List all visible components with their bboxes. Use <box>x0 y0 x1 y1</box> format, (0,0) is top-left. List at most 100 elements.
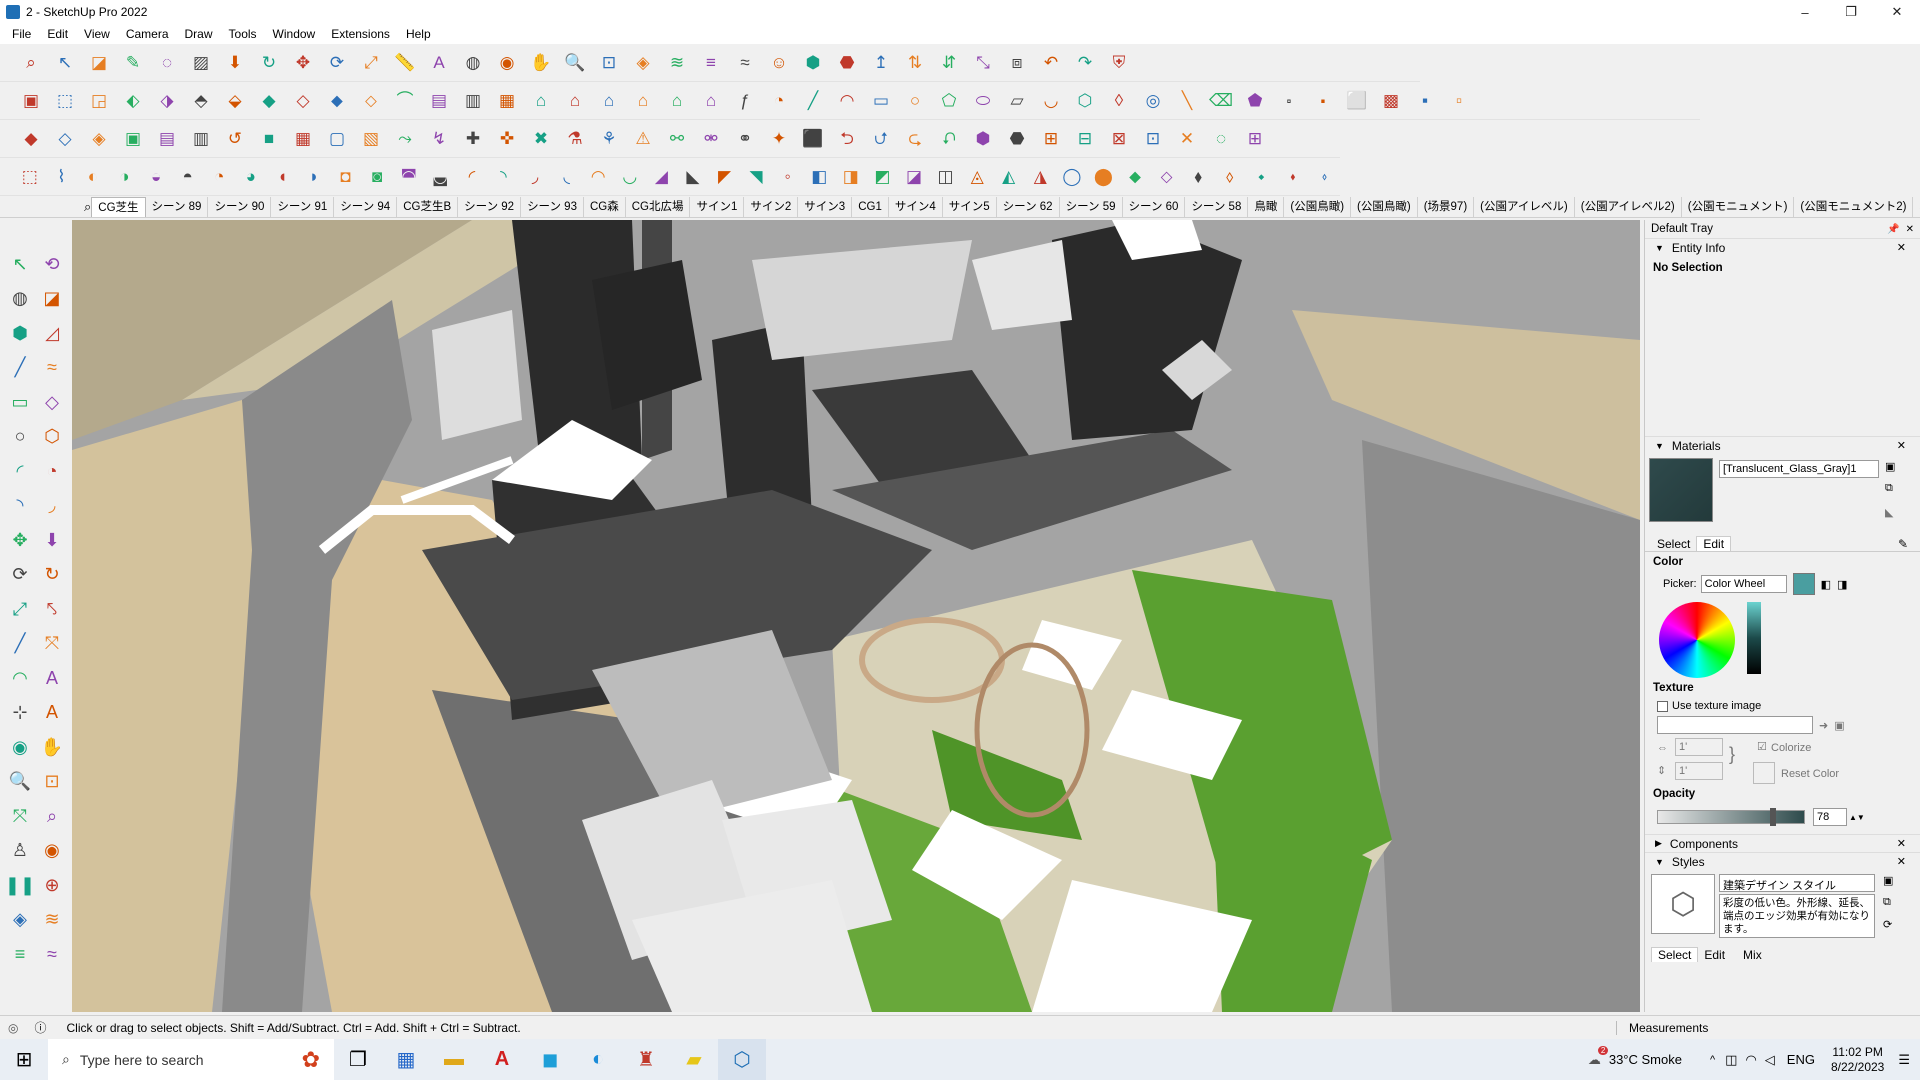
tool-j-icon[interactable]: ⬞ <box>1276 88 1302 114</box>
scene-tab[interactable]: CG芝生 <box>91 196 146 217</box>
r7-icon[interactable]: ◔ <box>207 164 231 190</box>
s10-icon[interactable]: ▢ <box>324 126 350 152</box>
scene-tab[interactable]: (公園鳥瞰) <box>1284 196 1352 217</box>
previous-view-icon[interactable]: ⌕ <box>38 802 66 830</box>
chevron-up-icon[interactable]: ^ <box>1710 1054 1715 1066</box>
line-icon[interactable]: ╱ <box>800 88 826 114</box>
color-wheel[interactable] <box>1659 602 1735 678</box>
sandbox-icon[interactable]: ◈ <box>6 906 34 934</box>
shape-icon[interactable]: ▨ <box>188 50 214 76</box>
circle-icon[interactable]: ○ <box>6 423 34 451</box>
reset-color-swatch[interactable] <box>1753 762 1775 784</box>
axes-icon[interactable]: ⊹ <box>6 699 34 727</box>
redo-icon[interactable]: ↷ <box>1072 50 1098 76</box>
house-3-icon[interactable]: ⌂ <box>630 88 656 114</box>
s30-icon[interactable]: ⬣ <box>1004 126 1030 152</box>
wall-2-icon[interactable]: ▥ <box>460 88 486 114</box>
current-color-swatch[interactable] <box>1792 573 1815 595</box>
pan-icon[interactable]: ✋ <box>38 733 66 761</box>
r11-icon[interactable]: ◘ <box>334 164 358 190</box>
scene-tab[interactable]: サイン1 <box>690 196 745 217</box>
search-icon[interactable]: ⌕ <box>84 199 91 215</box>
close-icon[interactable]: ✕ <box>1897 439 1906 452</box>
menu-help[interactable]: Help <box>398 27 439 41</box>
opacity-slider-handle[interactable] <box>1770 808 1776 826</box>
s15-icon[interactable]: ✜ <box>494 126 520 152</box>
close-icon[interactable]: ✕ <box>1897 837 1906 850</box>
ellipse-icon[interactable]: ⬭ <box>970 88 996 114</box>
line-icon[interactable]: ╱ <box>6 354 34 382</box>
display-secondary-pane-icon[interactable]: ⧉ <box>1885 482 1893 495</box>
s32-icon[interactable]: ⊟ <box>1072 126 1098 152</box>
r30-icon[interactable]: ◫ <box>934 164 958 190</box>
r6-icon[interactable]: ◓ <box>176 164 200 190</box>
scene-tab[interactable]: シーン 62 <box>997 196 1060 217</box>
s19-icon[interactable]: ⚠ <box>630 126 656 152</box>
s35-icon[interactable]: ✕ <box>1174 126 1200 152</box>
tool-d-icon[interactable]: ⬙ <box>222 88 248 114</box>
lasso-icon[interactable]: ◌ <box>154 50 180 76</box>
r13-icon[interactable]: ◚ <box>397 164 421 190</box>
close-button[interactable]: ✕ <box>1874 0 1920 24</box>
r14-icon[interactable]: ◛ <box>429 164 453 190</box>
style-description-field[interactable]: 彩度の低い色。外形線、延長、端点のエッジ効果が有効になります。 <box>1719 894 1875 938</box>
geo-location-icon[interactable]: ◎ <box>8 1021 18 1035</box>
select-icon[interactable]: ↖ <box>6 250 34 278</box>
scene-tab[interactable]: サイン2 <box>744 196 799 217</box>
stamp-icon[interactable]: ≈ <box>38 940 66 968</box>
info-icon[interactable]: ⓘ <box>34 1019 46 1036</box>
picker-select[interactable]: Color Wheel <box>1700 575 1787 593</box>
orbit-icon[interactable]: ⟲ <box>38 250 66 278</box>
s34-icon[interactable]: ⊡ <box>1140 126 1166 152</box>
close-icon[interactable]: ✕ <box>1897 241 1906 254</box>
outliner-icon[interactable]: ⬣ <box>834 50 860 76</box>
r26-icon[interactable]: ◧ <box>807 164 831 190</box>
match-color-model-icon[interactable]: ◧ <box>1821 578 1831 591</box>
s12-icon[interactable]: ⤳ <box>392 126 418 152</box>
sandbox-2-icon[interactable]: ≋ <box>38 906 66 934</box>
pencil-icon[interactable]: ✎ <box>120 50 146 76</box>
r31-icon[interactable]: ◬ <box>965 164 989 190</box>
house-4-icon[interactable]: ⌂ <box>664 88 690 114</box>
iso-icon[interactable]: ◲ <box>86 88 112 114</box>
colorize-checkbox[interactable]: ☑ <box>1757 740 1767 753</box>
s13-icon[interactable]: ↯ <box>426 126 452 152</box>
house-5-icon[interactable]: ⌂ <box>698 88 724 114</box>
move-icon[interactable]: ✥ <box>6 526 34 554</box>
pan-icon[interactable]: ✋ <box>528 50 554 76</box>
r15-icon[interactable]: ◜ <box>460 164 484 190</box>
components-header[interactable]: ▶ Components ✕ <box>1645 834 1920 852</box>
r2-icon[interactable]: ⌇ <box>50 164 74 190</box>
s6-icon[interactable]: ▥ <box>188 126 214 152</box>
3d-text-icon[interactable]: A <box>38 699 66 727</box>
rotated-rect-icon[interactable]: ◇ <box>38 388 66 416</box>
eraser-icon[interactable]: ◪ <box>86 50 112 76</box>
file-explorer-icon[interactable]: ▬ <box>430 1039 478 1080</box>
follow-me-icon[interactable]: ↻ <box>38 561 66 589</box>
scene-tab[interactable]: サイン4 <box>889 196 943 217</box>
autocad-icon[interactable]: A <box>478 1039 526 1080</box>
opacity-slider[interactable] <box>1657 808 1805 826</box>
fx-icon[interactable]: ƒ <box>732 88 758 114</box>
scene-tab[interactable]: CG1 <box>852 196 889 217</box>
axes-icon[interactable]: ↥ <box>868 50 894 76</box>
pin-icon[interactable]: 📌 <box>1887 224 1899 235</box>
scene-tab[interactable]: (公園アイレベル) <box>1474 196 1575 217</box>
scene-tab[interactable]: (场景97) <box>1418 196 1475 217</box>
tool-k-icon[interactable]: ⬝ <box>1310 88 1336 114</box>
text-icon[interactable]: A <box>426 50 452 76</box>
roof-icon[interactable]: ⌂ <box>528 88 554 114</box>
zoom-extents-icon[interactable]: ⌕ <box>18 50 44 76</box>
volume-icon[interactable]: ◁ <box>1765 1052 1775 1068</box>
red-line-icon[interactable]: ╲ <box>1174 88 1200 114</box>
offset-icon[interactable]: ⤣ <box>38 595 66 623</box>
tool-m-icon[interactable]: ▩ <box>1378 88 1404 114</box>
push-pull-icon[interactable]: ⬇ <box>38 526 66 554</box>
tab-mix[interactable]: Mix <box>1737 948 1768 962</box>
s3-icon[interactable]: ◈ <box>86 126 112 152</box>
tool-h-icon[interactable]: ⬦ <box>358 88 384 114</box>
scene-tab[interactable]: シーン 58 <box>1185 196 1249 217</box>
r1-icon[interactable]: ⬚ <box>18 164 42 190</box>
r19-icon[interactable]: ◠ <box>586 164 610 190</box>
scene-tab[interactable]: シーン 89 <box>146 196 209 217</box>
